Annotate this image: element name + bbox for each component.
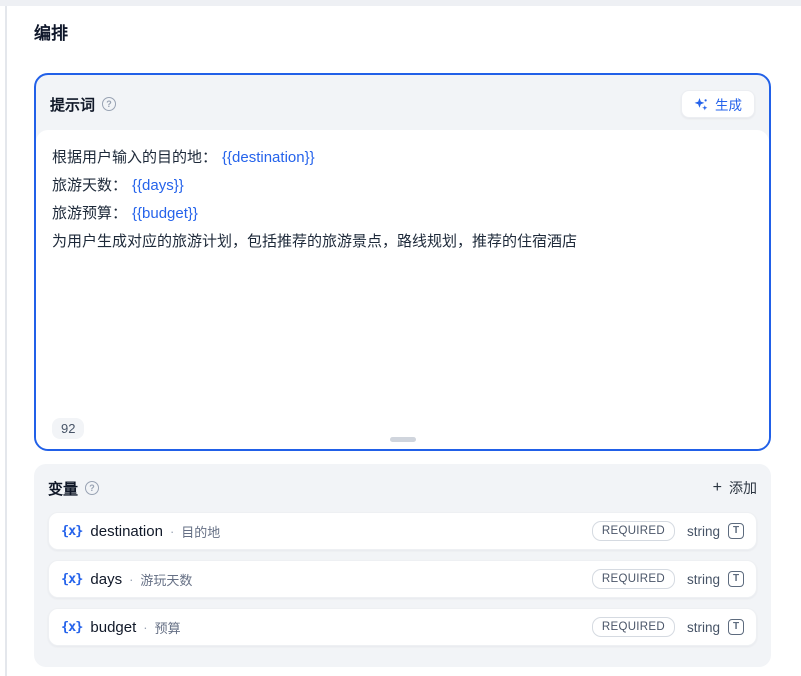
- panel-left-divider: [5, 6, 7, 676]
- variable-label: 游玩天数: [140, 570, 192, 589]
- add-variable-label: 添加: [729, 478, 757, 498]
- prompt-header: 提示词 ? 生成: [36, 75, 769, 130]
- page-title: 编排: [34, 22, 771, 46]
- window-top-edge: [0, 0, 801, 6]
- help-icon[interactable]: ?: [85, 481, 99, 495]
- prompt-title: 提示词: [50, 94, 95, 115]
- variable-label: 预算: [155, 618, 181, 637]
- generate-button-label: 生成: [715, 94, 742, 114]
- variable-icon: {x}: [61, 619, 82, 635]
- variable-row-destination[interactable]: {x} destination · 目的地 REQUIRED string T: [48, 512, 757, 550]
- plus-icon: +: [713, 480, 722, 496]
- variable-label: 目的地: [181, 522, 220, 541]
- variables-header: 变量 ? + 添加: [48, 477, 757, 499]
- prompt-editor-card: 提示词 ? 生成 根据用户输入的目的地：{{destina: [34, 73, 771, 451]
- sparkles-icon: [694, 97, 709, 112]
- orchestration-panel: 编排 提示词 ? 生成: [34, 22, 771, 667]
- page: 编排 提示词 ? 生成: [0, 0, 801, 676]
- prompt-text: 旅游预算：: [52, 205, 127, 222]
- prompt-line: 根据用户输入的目的地： {{destination}}: [52, 144, 753, 172]
- prompt-variable-token: {{days}}: [132, 177, 184, 194]
- dot-separator: ·: [129, 572, 133, 587]
- prompt-line: 旅游天数： {{days}}: [52, 172, 753, 200]
- variable-type: string: [687, 572, 720, 587]
- variable-name: budget: [90, 619, 136, 636]
- variables-title: 变量: [48, 478, 78, 499]
- prompt-variable-token: {{destination}}: [222, 149, 315, 166]
- variable-icon: {x}: [61, 523, 82, 539]
- variable-row-days[interactable]: {x} days · 游玩天数 REQUIRED string T: [48, 560, 757, 598]
- variables-panel: 变量 ? + 添加 {x} destination · 目的地 REQUIRED…: [34, 464, 771, 667]
- prompt-text: 根据用户输入的目的地：: [52, 149, 217, 166]
- variable-type: string: [687, 620, 720, 635]
- variable-name: destination: [90, 523, 163, 540]
- prompt-line: 旅游预算： {{budget}}: [52, 200, 753, 228]
- dot-separator: ·: [143, 620, 147, 635]
- string-type-icon: T: [728, 619, 744, 635]
- prompt-text: 为用户生成对应的旅游计划，包括推荐的旅游景点，路线规划，推荐的住宿酒店: [52, 233, 577, 250]
- prompt-line: 为用户生成对应的旅游计划，包括推荐的旅游景点，路线规划，推荐的住宿酒店: [52, 228, 753, 256]
- string-type-icon: T: [728, 523, 744, 539]
- help-icon[interactable]: ?: [102, 97, 116, 111]
- prompt-variable-token: {{budget}}: [132, 205, 198, 222]
- prompt-text: 旅游天数：: [52, 177, 127, 194]
- resize-drag-handle[interactable]: [390, 437, 416, 442]
- variable-icon: {x}: [61, 571, 82, 587]
- string-type-icon: T: [728, 571, 744, 587]
- char-count-badge: 92: [52, 418, 84, 439]
- variable-row-budget[interactable]: {x} budget · 预算 REQUIRED string T: [48, 608, 757, 646]
- required-badge: REQUIRED: [592, 521, 675, 541]
- dot-separator: ·: [170, 524, 174, 539]
- variable-name: days: [90, 571, 122, 588]
- required-badge: REQUIRED: [592, 617, 675, 637]
- required-badge: REQUIRED: [592, 569, 675, 589]
- variable-type: string: [687, 524, 720, 539]
- prompt-textarea[interactable]: 根据用户输入的目的地： {{destination}} 旅游天数： {{days}}…: [36, 130, 769, 449]
- add-variable-button[interactable]: + 添加: [713, 478, 757, 498]
- generate-button[interactable]: 生成: [681, 90, 755, 118]
